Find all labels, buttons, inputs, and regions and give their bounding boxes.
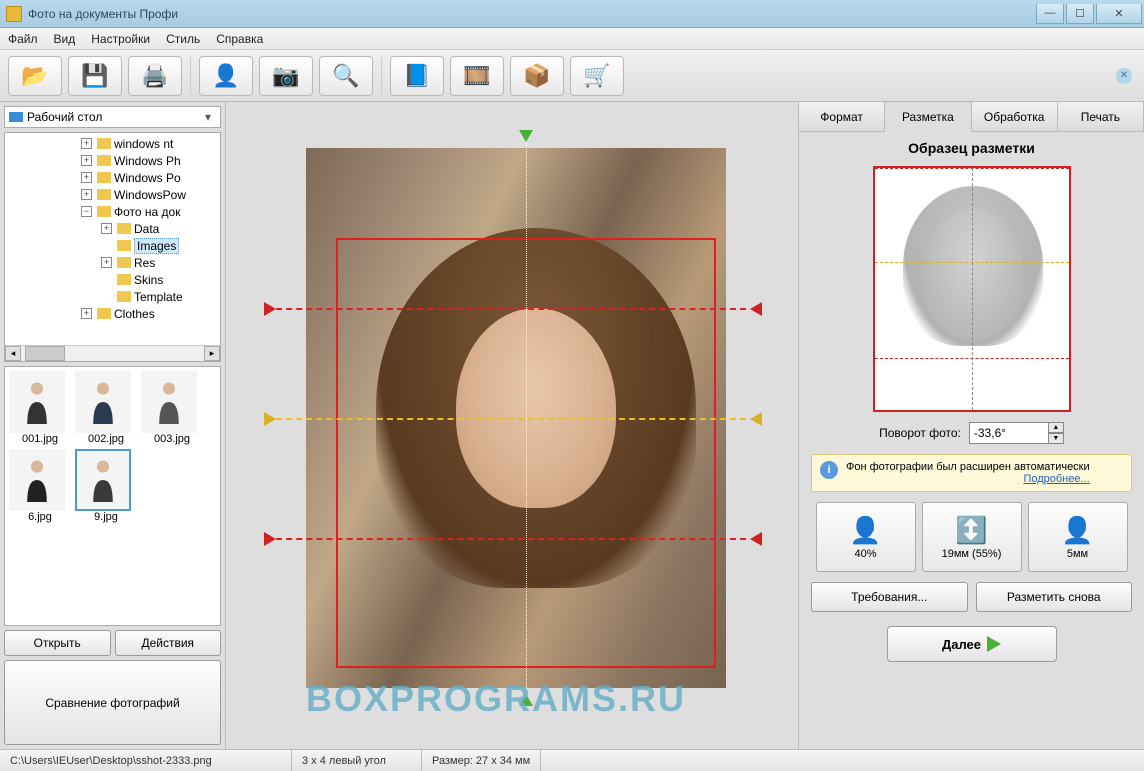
left-panel: Рабочий стол ▾ +windows nt +Windows Ph +… [0, 102, 226, 749]
tab-layout[interactable]: Разметка [885, 102, 971, 132]
tb-save-icon[interactable]: 💾 [68, 56, 122, 96]
thumb-002[interactable] [75, 371, 131, 433]
canvas-area[interactable]: BOXPROGRAMS.RU [226, 102, 798, 749]
thumb-6[interactable] [9, 449, 65, 511]
right-panel: Формат Разметка Обработка Печать Образец… [798, 102, 1144, 749]
tb-update-icon[interactable]: 📦 [510, 56, 564, 96]
handle-red-l1[interactable] [264, 302, 276, 316]
guide-eyes[interactable] [266, 418, 746, 420]
watermark: BOXPROGRAMS.RU [306, 678, 686, 720]
margin-icon: 👤 [1061, 515, 1093, 546]
menu-view[interactable]: Вид [54, 32, 76, 46]
info-box: i Фон фотографии был расширен автоматиче… [811, 454, 1132, 492]
menu-settings[interactable]: Настройки [91, 32, 150, 46]
info-icon: i [820, 461, 838, 479]
tb-user-icon[interactable]: 👤 [199, 56, 253, 96]
menu-file[interactable]: Файл [8, 32, 38, 46]
handle-red-r2[interactable] [750, 532, 762, 546]
desktop-icon [9, 112, 23, 122]
arrow-right-icon [987, 636, 1001, 652]
app-icon [6, 6, 22, 22]
statusbar: C:\Users\IEUser\Desktop\sshot-2333.png 3… [0, 749, 1144, 771]
height-icon: ↕️ [955, 515, 987, 546]
thumbnail-grid: 001.jpg 002.jpg 003.jpg 6.jpg 9.jpg [4, 366, 221, 626]
minimize-button[interactable]: — [1036, 4, 1064, 24]
thumb-001[interactable] [9, 371, 65, 433]
window-title: Фото на документы Профи [28, 7, 178, 21]
thumb-9[interactable] [75, 449, 131, 511]
sample-preview [873, 166, 1071, 412]
guide-top-head[interactable] [266, 308, 746, 310]
chevron-down-icon[interactable]: ▾ [200, 110, 216, 124]
param-head-ratio[interactable]: 👤40% [816, 502, 916, 572]
rotation-label: Поворот фото: [879, 426, 961, 440]
tb-open-icon[interactable]: 📂 [8, 56, 62, 96]
rotation-input[interactable]: -33,6° [969, 422, 1049, 444]
tabs: Формат Разметка Обработка Печать [799, 102, 1144, 132]
folder-tree[interactable]: +windows nt +Windows Ph +Windows Po +Win… [4, 132, 221, 362]
info-link[interactable]: Подробнее... [1023, 473, 1089, 485]
actions-button[interactable]: Действия [115, 630, 222, 656]
tb-camera-icon[interactable]: 📷 [259, 56, 313, 96]
handle-red-l2[interactable] [264, 532, 276, 546]
handle-top[interactable] [519, 130, 533, 142]
tb-cart-icon[interactable]: 🛒 [570, 56, 624, 96]
close-button[interactable]: ✕ [1096, 4, 1142, 24]
head-icon: 👤 [849, 515, 881, 546]
handle-yel-l[interactable] [264, 412, 276, 426]
maximize-button[interactable]: ☐ [1066, 4, 1094, 24]
param-head-height[interactable]: ↕️19мм (55%) [922, 502, 1022, 572]
open-button[interactable]: Открыть [4, 630, 111, 656]
thumb-003[interactable] [141, 371, 197, 433]
handle-red-r1[interactable] [750, 302, 762, 316]
menu-style[interactable]: Стиль [166, 32, 200, 46]
guide-chin[interactable] [266, 538, 746, 540]
spin-up[interactable]: ▲ [1048, 422, 1064, 433]
requirements-button[interactable]: Требования... [811, 582, 968, 612]
menu-help[interactable]: Справка [216, 32, 263, 46]
status-path: C:\Users\IEUser\Desktop\sshot-2333.png [0, 750, 292, 771]
menubar: Файл Вид Настройки Стиль Справка [0, 28, 1144, 50]
tb-search-icon[interactable]: 🔍 [319, 56, 373, 96]
tree-hscroll[interactable]: ◂▸ [5, 345, 220, 361]
toolbar: 📂 💾 🖨️ 👤 📷 🔍 📘 🎞️ 📦 🛒 ✕ [0, 50, 1144, 102]
tab-process[interactable]: Обработка [972, 102, 1058, 131]
status-format: 3 x 4 левый угол [292, 750, 422, 771]
tb-print-icon[interactable]: 🖨️ [128, 56, 182, 96]
panel-close-icon[interactable]: ✕ [1116, 68, 1132, 84]
folder-combo[interactable]: Рабочий стол ▾ [4, 106, 221, 128]
tab-format[interactable]: Формат [799, 102, 885, 131]
tb-help-icon[interactable]: 📘 [390, 56, 444, 96]
compare-button[interactable]: Сравнение фотографий [4, 660, 221, 745]
handle-yel-r[interactable] [750, 412, 762, 426]
titlebar: Фото на документы Профи — ☐ ✕ [0, 0, 1144, 28]
folder-combo-label: Рабочий стол [27, 110, 102, 124]
status-size: Размер: 27 x 34 мм [422, 750, 541, 771]
tree-images[interactable]: Images [134, 238, 179, 254]
sample-title: Образец разметки [811, 140, 1132, 156]
param-top-margin[interactable]: 👤5мм [1028, 502, 1128, 572]
next-button[interactable]: Далее [887, 626, 1057, 662]
relayout-button[interactable]: Разметить снова [976, 582, 1133, 612]
tb-video-icon[interactable]: 🎞️ [450, 56, 504, 96]
spin-down[interactable]: ▼ [1048, 433, 1064, 444]
tab-print[interactable]: Печать [1058, 102, 1144, 131]
